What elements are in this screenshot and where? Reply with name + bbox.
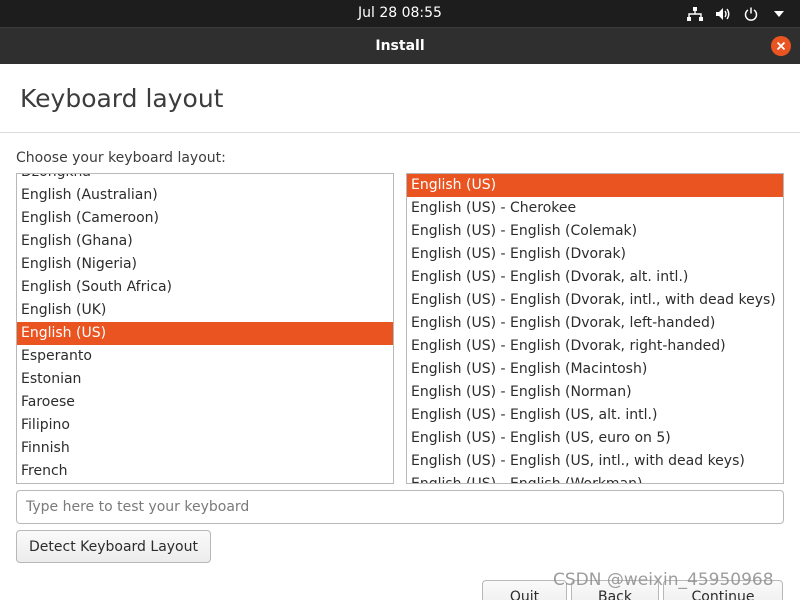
layout-list-item[interactable]: Faroese [17, 391, 393, 414]
variant-list-item[interactable]: English (US) - English (Dvorak, intl., w… [407, 289, 783, 312]
back-button[interactable]: Back [571, 580, 659, 600]
variant-list-item[interactable]: English (US) - English (US, alt. intl.) [407, 404, 783, 427]
layout-list-item[interactable]: Filipino [17, 414, 393, 437]
window-titlebar: Install [0, 27, 800, 64]
layout-list-item[interactable]: English (Cameroon) [17, 207, 393, 230]
keyboard-layout-list[interactable]: DzongkhaEnglish (Australian)English (Cam… [16, 173, 394, 484]
keyboard-layout-list-items: DzongkhaEnglish (Australian)English (Cam… [17, 174, 393, 483]
layout-list-item[interactable]: Finnish [17, 437, 393, 460]
variant-list-item[interactable]: English (US) [407, 174, 783, 197]
volume-icon[interactable] [714, 5, 732, 23]
menu-arrow-icon[interactable] [770, 5, 788, 23]
detect-keyboard-layout-button[interactable]: Detect Keyboard Layout [16, 530, 211, 563]
layout-list-item[interactable]: English (Ghana) [17, 230, 393, 253]
layout-list-item[interactable]: Esperanto [17, 345, 393, 368]
layout-list-item[interactable]: Estonian [17, 368, 393, 391]
layout-list-item[interactable]: English (UK) [17, 299, 393, 322]
variant-list-item[interactable]: English (US) - Cherokee [407, 197, 783, 220]
window-title: Install [375, 38, 425, 54]
variant-list-item[interactable]: English (US) - English (Colemak) [407, 220, 783, 243]
close-icon [776, 41, 786, 51]
page-title: Keyboard layout [20, 84, 224, 113]
clock[interactable]: Jul 28 08:55 [0, 0, 800, 27]
variant-list-item[interactable]: English (US) - English (US, intl., with … [407, 450, 783, 473]
variant-list-item[interactable]: English (US) - English (US, euro on 5) [407, 427, 783, 450]
variant-list-item[interactable]: English (US) - English (Dvorak, right-ha… [407, 335, 783, 358]
close-button[interactable] [771, 36, 791, 56]
variant-list-item[interactable]: English (US) - English (Macintosh) [407, 358, 783, 381]
power-icon[interactable] [742, 5, 760, 23]
top-bar: Jul 28 08:55 [0, 0, 800, 27]
network-icon[interactable] [686, 5, 704, 23]
header-divider [0, 132, 800, 133]
layout-list-item[interactable]: French [17, 460, 393, 483]
layout-list-item[interactable]: English (South Africa) [17, 276, 393, 299]
variant-list-item[interactable]: English (US) - English (Dvorak, alt. int… [407, 266, 783, 289]
system-tray[interactable] [686, 0, 788, 27]
continue-button[interactable]: Continue [663, 580, 783, 600]
variant-list-item[interactable]: English (US) - English (Norman) [407, 381, 783, 404]
layout-list-item[interactable]: English (Australian) [17, 184, 393, 207]
keyboard-variant-list-items: English (US) English (US) - Cherokee Engli… [407, 174, 783, 483]
choose-layout-label: Choose your keyboard layout: [16, 150, 226, 166]
quit-button[interactable]: Quit [482, 580, 567, 600]
keyboard-test-input[interactable] [16, 490, 784, 524]
keyboard-variant-list[interactable]: English (US) English (US) - Cherokee Engli… [406, 173, 784, 484]
variant-list-item[interactable]: English (US) - English (Workman) [407, 473, 783, 483]
layout-list-item[interactable]: Dzongkha [17, 174, 393, 184]
variant-list-item[interactable]: English (US) - English (Dvorak, left-han… [407, 312, 783, 335]
layout-list-item[interactable]: English (US) [17, 322, 393, 345]
variant-list-item[interactable]: English (US) - English (Dvorak) [407, 243, 783, 266]
layout-list-item[interactable]: English (Nigeria) [17, 253, 393, 276]
